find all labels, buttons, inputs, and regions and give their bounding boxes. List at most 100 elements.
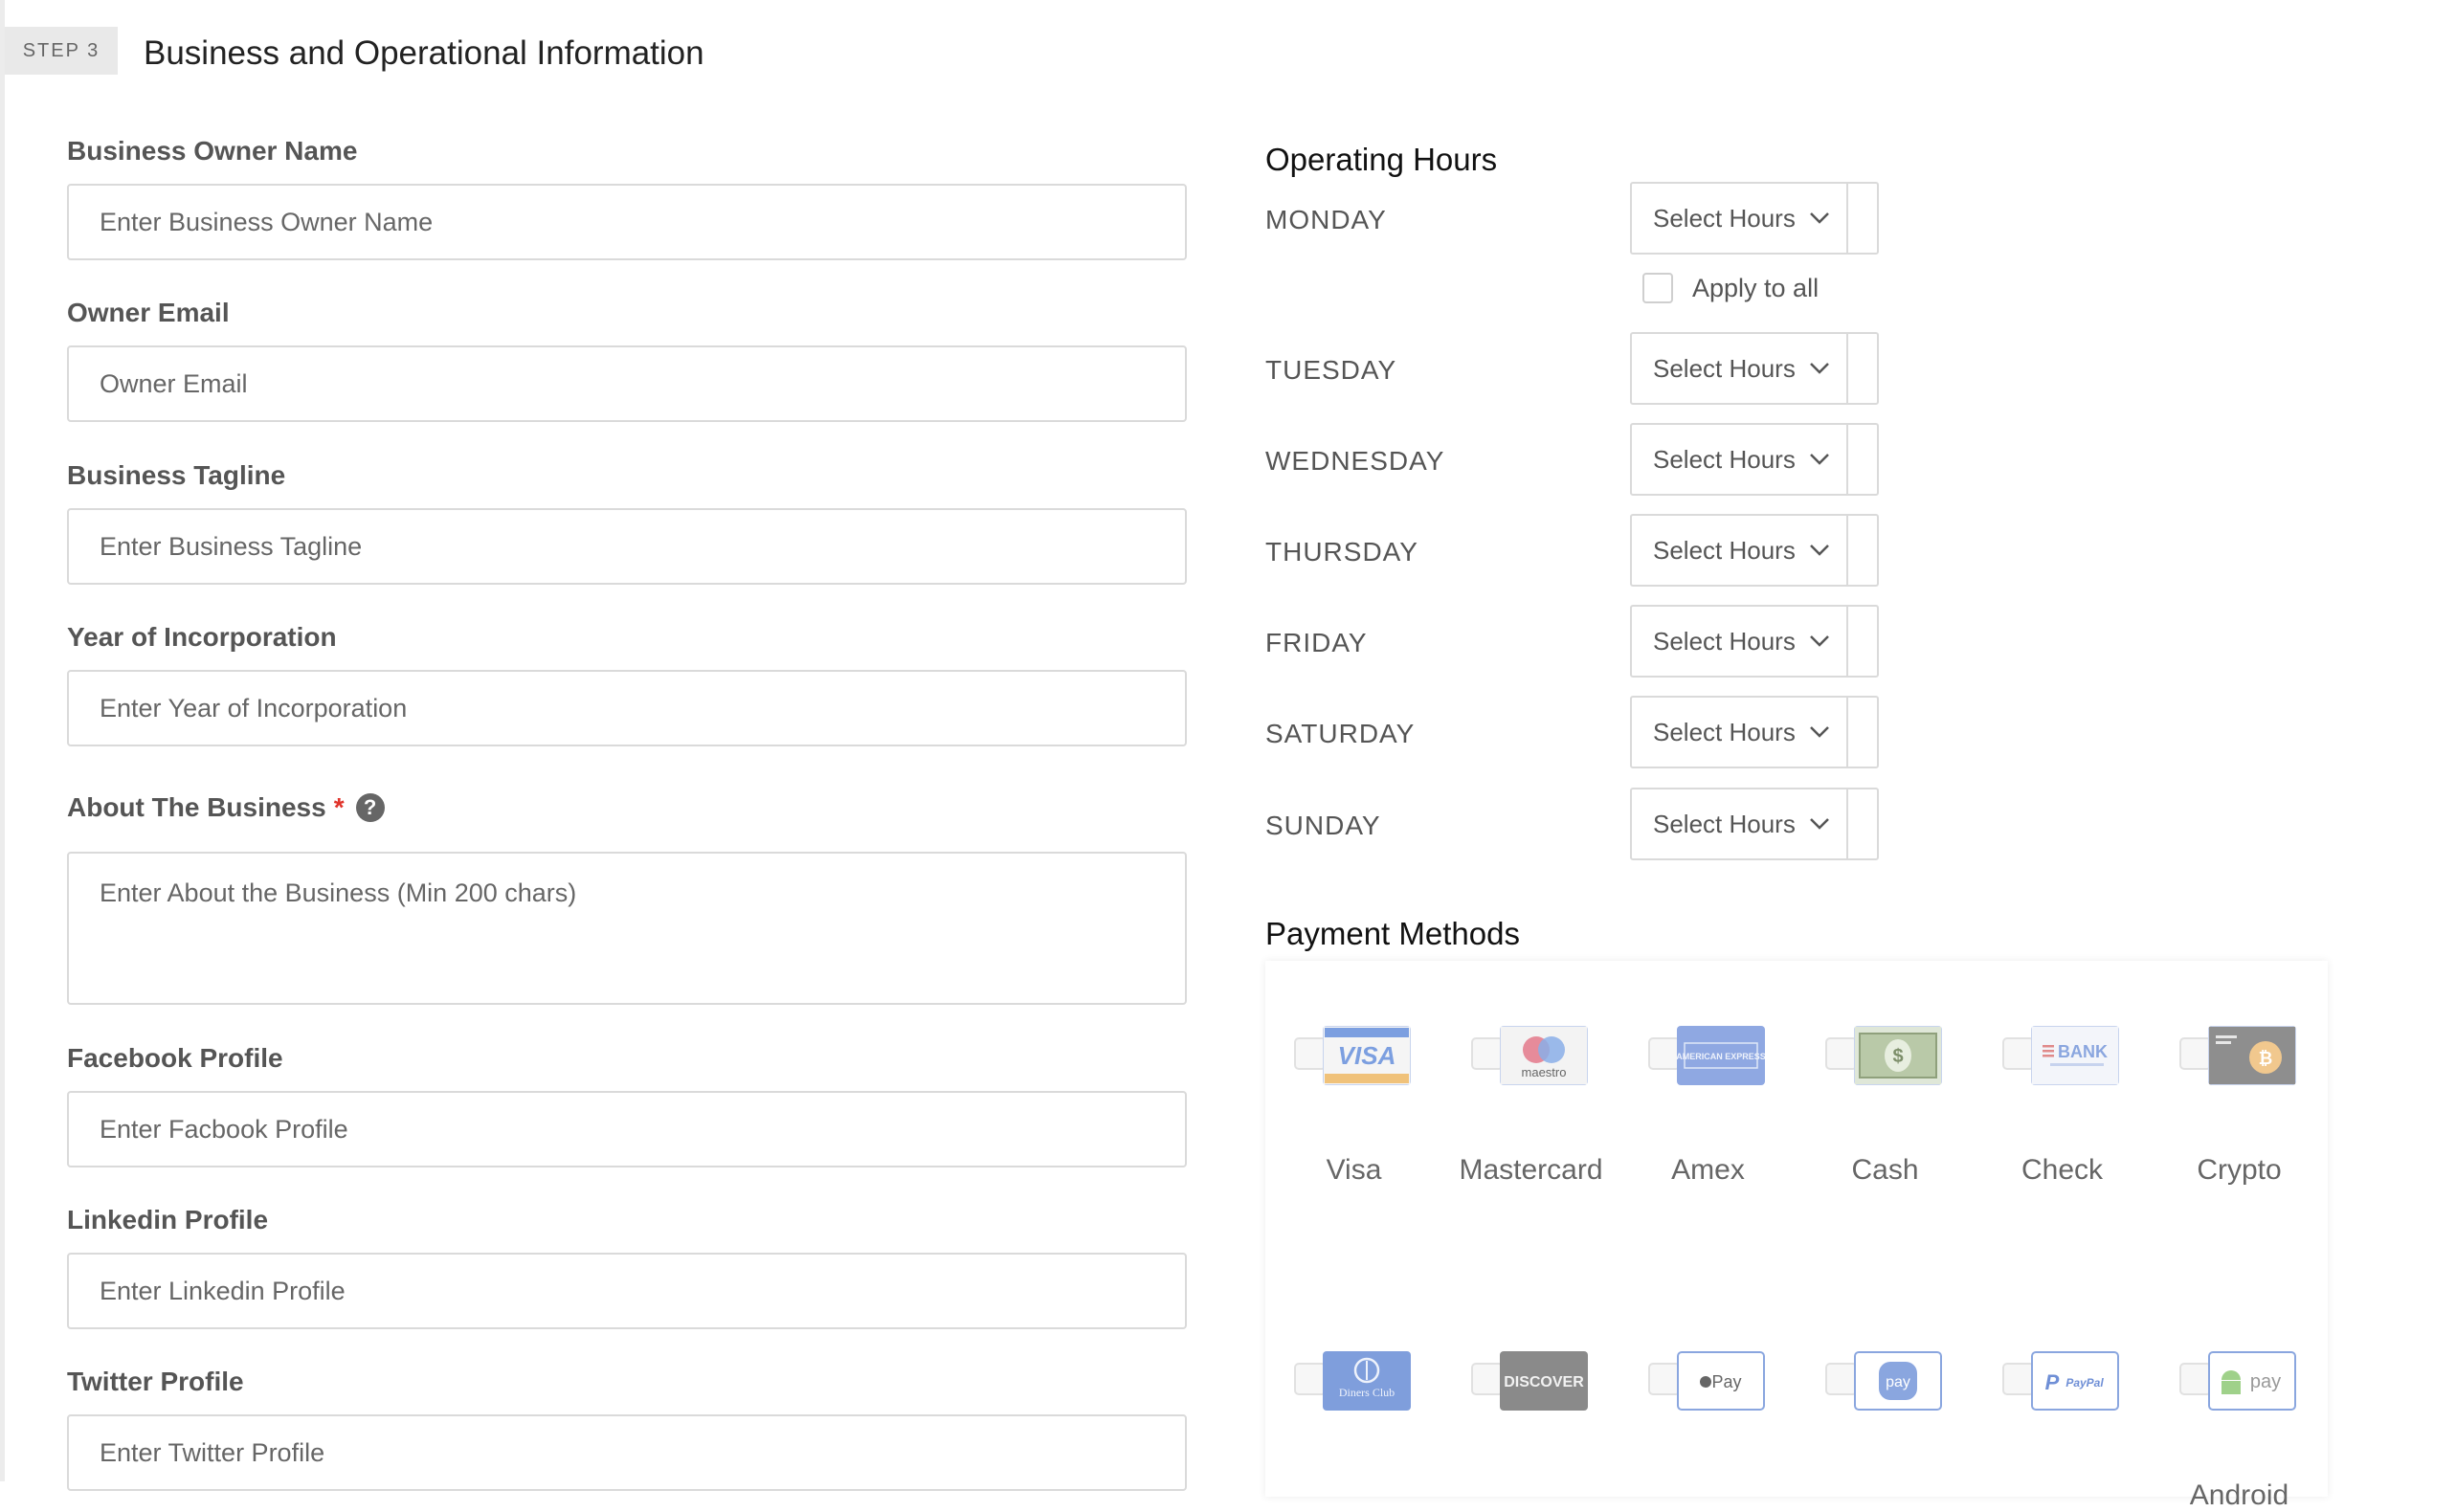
payment-checkbox[interactable] xyxy=(2179,1363,2212,1395)
hours-select-saturday[interactable]: Select Hours xyxy=(1630,696,1879,768)
chevron-down-icon xyxy=(1806,719,1833,745)
payment-checkbox[interactable] xyxy=(1294,1037,1327,1070)
payment-checkbox[interactable] xyxy=(1471,1363,1504,1395)
cash-logo-icon: $ xyxy=(1854,1026,1942,1085)
maestro-logo-icon: maestro xyxy=(1500,1026,1588,1085)
hours-select-value: Select Hours xyxy=(1653,717,1796,746)
samsung-pay-logo-text: pay xyxy=(1886,1374,1910,1390)
hours-select-tuesday[interactable]: Select Hours xyxy=(1630,332,1879,405)
about-business-textarea[interactable] xyxy=(67,852,1187,1005)
day-label-wednesday: WEDNESDAY xyxy=(1265,446,1445,476)
business-owner-name-label: Business Owner Name xyxy=(67,136,358,166)
linkedin-profile-input[interactable] xyxy=(67,1253,1187,1329)
payment-method-check[interactable]: BANK Check xyxy=(1974,961,2151,1186)
business-tagline-input[interactable] xyxy=(67,508,1187,585)
crypto-logo-icon: ₿ xyxy=(2208,1026,2296,1085)
payment-method-android-pay[interactable]: pay Android xyxy=(2151,1286,2328,1511)
diners-club-logo-icon: Diners Club xyxy=(1323,1351,1411,1411)
facebook-profile-label: Facebook Profile xyxy=(67,1043,283,1073)
payment-method-visa[interactable]: VISA Visa xyxy=(1265,961,1442,1186)
left-border xyxy=(0,0,5,1481)
hours-select-value: Select Hours xyxy=(1653,444,1796,474)
payment-checkbox[interactable] xyxy=(1825,1363,1858,1395)
day-label-tuesday: TUESDAY xyxy=(1265,355,1397,385)
payment-method-mastercard[interactable]: maestro Mastercard xyxy=(1442,961,1619,1186)
svg-text:$: $ xyxy=(1892,1046,1903,1067)
hours-select-thursday[interactable]: Select Hours xyxy=(1630,514,1879,587)
bank-logo-text: BANK xyxy=(2058,1042,2108,1061)
chevron-down-icon xyxy=(1806,811,1833,837)
owner-email-input[interactable] xyxy=(67,345,1187,422)
payment-method-amex[interactable]: AMERICAN EXPRESS Amex xyxy=(1619,961,1797,1186)
android-pay-logo-icon: pay xyxy=(2208,1351,2296,1411)
day-label-sunday: SUNDAY xyxy=(1265,811,1381,840)
amex-logo-icon: AMERICAN EXPRESS xyxy=(1677,1026,1765,1085)
apply-to-all-label: Apply to all xyxy=(1692,273,1820,302)
payment-method-name: Mastercard xyxy=(1459,1154,1603,1186)
payment-method-name: Check xyxy=(2021,1154,2104,1186)
payment-checkbox[interactable] xyxy=(2179,1037,2212,1070)
hours-select-value: Select Hours xyxy=(1653,809,1796,838)
payment-methods-heading: Payment Methods xyxy=(1265,916,1520,951)
apple-pay-logo-icon: Pay xyxy=(1677,1351,1765,1411)
paypal-logo-icon: P PayPal xyxy=(2031,1351,2119,1411)
svg-text:P: P xyxy=(2045,1370,2060,1394)
payment-checkbox[interactable] xyxy=(1294,1363,1327,1395)
select-divider xyxy=(1846,334,1848,403)
twitter-profile-input[interactable] xyxy=(67,1414,1187,1491)
day-label-monday: MONDAY xyxy=(1265,205,1387,234)
payment-method-diners-club[interactable]: Diners Club xyxy=(1265,1286,1442,1478)
payment-method-name: Crypto xyxy=(2197,1154,2282,1186)
apply-to-all-checkbox[interactable] xyxy=(1642,273,1673,303)
paypal-logo-text: PayPal xyxy=(2065,1376,2104,1390)
about-business-label: About The Business *? xyxy=(67,792,385,823)
payment-checkbox[interactable] xyxy=(1648,1363,1681,1395)
payment-method-name: Android xyxy=(2189,1479,2289,1511)
payment-checkbox[interactable] xyxy=(2002,1037,2035,1070)
payment-methods-panel: VISA Visa maestro Mastercard AMERICAN EX… xyxy=(1265,961,2328,1511)
chevron-down-icon xyxy=(1806,628,1833,655)
visa-logo-text: VISA xyxy=(1338,1041,1396,1070)
required-marker: * xyxy=(333,792,345,822)
apple-pay-logo-text: Pay xyxy=(1711,1372,1741,1391)
payment-method-samsung-pay[interactable]: pay xyxy=(1797,1286,1974,1478)
select-divider xyxy=(1846,607,1848,676)
hours-select-value: Select Hours xyxy=(1653,203,1796,233)
payment-checkbox[interactable] xyxy=(1471,1037,1504,1070)
chevron-down-icon xyxy=(1806,355,1833,382)
payment-checkbox[interactable] xyxy=(1648,1037,1681,1070)
payment-checkbox[interactable] xyxy=(1825,1037,1858,1070)
hours-select-wednesday[interactable]: Select Hours xyxy=(1630,423,1879,496)
step-badge: STEP 3 xyxy=(5,27,118,75)
hours-select-monday[interactable]: Select Hours xyxy=(1630,182,1879,255)
hours-select-value: Select Hours xyxy=(1653,626,1796,656)
discover-logo-icon: DISCOVER xyxy=(1500,1351,1588,1411)
payment-checkbox[interactable] xyxy=(2002,1363,2035,1395)
payment-method-discover[interactable]: DISCOVER xyxy=(1442,1286,1619,1478)
visa-logo-icon: VISA xyxy=(1323,1026,1411,1085)
linkedin-profile-label: Linkedin Profile xyxy=(67,1205,269,1234)
payment-method-name: Visa xyxy=(1326,1154,1382,1186)
about-business-label-text: About The Business xyxy=(67,792,326,822)
owner-email-label: Owner Email xyxy=(67,298,230,327)
payment-method-crypto[interactable]: ₿ Crypto xyxy=(2151,961,2328,1186)
hours-select-friday[interactable]: Select Hours xyxy=(1630,605,1879,678)
year-of-incorporation-input[interactable] xyxy=(67,670,1187,746)
hours-select-value: Select Hours xyxy=(1653,535,1796,565)
discover-logo-text: DISCOVER xyxy=(1504,1374,1584,1390)
facebook-profile-input[interactable] xyxy=(67,1091,1187,1167)
payment-method-cash[interactable]: $ Cash xyxy=(1797,961,1974,1186)
help-icon[interactable]: ? xyxy=(355,793,385,822)
payment-method-paypal[interactable]: P PayPal xyxy=(1974,1286,2151,1478)
year-of-incorporation-label: Year of Incorporation xyxy=(67,622,337,652)
apply-to-all-row[interactable]: Apply to all xyxy=(1642,273,1819,303)
crypto-logo-text: ₿ xyxy=(2259,1049,2273,1068)
day-label-thursday: THURSDAY xyxy=(1265,537,1418,567)
maestro-logo-text: maestro xyxy=(1522,1065,1567,1079)
operating-hours-heading: Operating Hours xyxy=(1265,142,1498,177)
amex-logo-text: AMERICAN EXPRESS xyxy=(1677,1052,1765,1061)
payment-method-apple-pay[interactable]: Pay xyxy=(1619,1286,1797,1478)
payment-method-name: Cash xyxy=(1851,1154,1919,1186)
hours-select-sunday[interactable]: Select Hours xyxy=(1630,788,1879,860)
business-owner-name-input[interactable] xyxy=(67,184,1187,260)
